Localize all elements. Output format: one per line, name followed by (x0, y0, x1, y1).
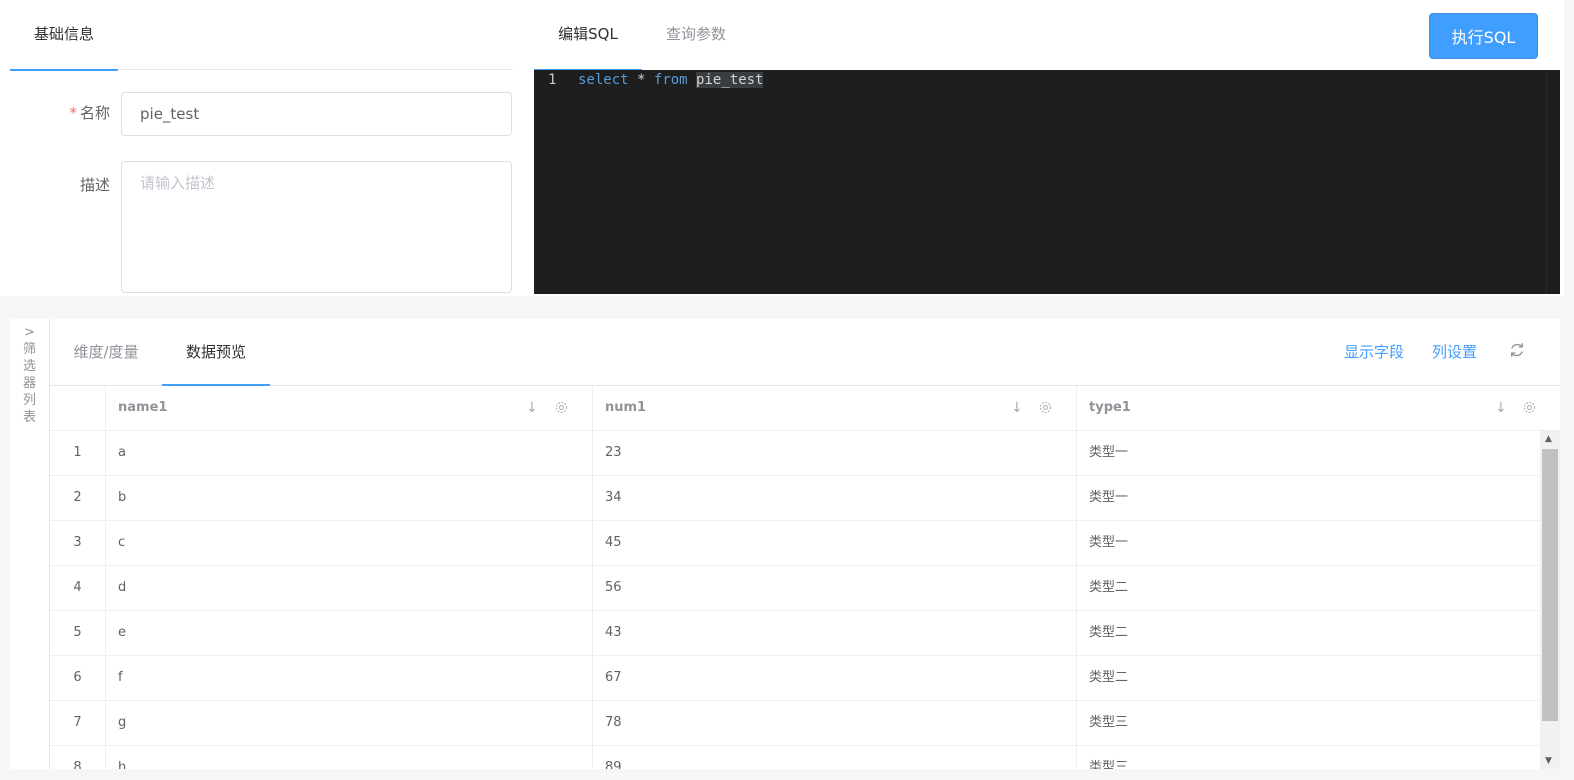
tab-basic-info[interactable]: 基础信息 (10, 0, 118, 71)
cell-name1: f (106, 656, 593, 700)
sql-tabbar: 编辑SQL 查询参数 (534, 0, 1564, 71)
cell-type1: 类型一 (1089, 445, 1129, 460)
row-index: 7 (50, 701, 106, 745)
cell-num1: 23 (593, 431, 1077, 475)
table-row: 4 d 56 类型二 (50, 566, 1540, 611)
cell-type1: 类型一 (1089, 490, 1129, 505)
required-asterisk: * (69, 104, 77, 122)
sort-arrow-icon[interactable]: ↓ (1495, 386, 1507, 430)
line-number: 1 (548, 72, 557, 88)
cell-name1: a (106, 431, 593, 475)
header-name1: name1 ↓ (106, 386, 593, 430)
keyword-from: from (653, 72, 688, 88)
header-label: type1 (1089, 400, 1131, 415)
column-settings-button[interactable]: 列设置 (1432, 341, 1477, 362)
name-label: * 名称 (20, 102, 110, 123)
cell-num1: 67 (593, 656, 1077, 700)
tab-query-params[interactable]: 查询参数 (642, 0, 750, 70)
name-input[interactable] (121, 92, 512, 136)
code-line: select * from pie_test (578, 72, 764, 88)
table-row: 2 b 34 类型一 (50, 476, 1540, 521)
row-index: 5 (50, 611, 106, 655)
table-row: 8 h 89 类型三 (50, 746, 1540, 769)
top-section: 基础信息 *名称 描述 编辑SQL 查询参数 执行SQL 1 select * … (0, 0, 1564, 296)
header-type1: type1 ↓ (1077, 386, 1540, 430)
table-body: 1 a 23 类型一 2 b 34 类型一 3 c 45 类型一 4 d 56 … (50, 431, 1540, 769)
cell-type1: 类型二 (1089, 625, 1129, 640)
sql-editor-panel: 编辑SQL 查询参数 执行SQL 1 select * from pie_tes… (534, 0, 1564, 296)
description-label: 描述 (79, 176, 110, 194)
table-header: name1 ↓ num1 ↓ type1 ↓ (50, 386, 1560, 431)
table-scrollbar[interactable]: ▲ ▼ (1540, 431, 1560, 769)
gear-icon[interactable] (1038, 400, 1053, 415)
sql-code-editor[interactable]: 1 select * from pie_test (534, 70, 1560, 294)
scroll-down-arrow-icon[interactable]: ▼ (1545, 756, 1552, 766)
cell-num1: 43 (593, 611, 1077, 655)
tab-dimension-measure[interactable]: 维度/度量 (50, 319, 162, 385)
cell-num1: 45 (593, 521, 1077, 565)
keyword-select: select (578, 72, 629, 88)
basic-info-tabbar: 基础信息 (10, 0, 513, 71)
cell-type1: 类型三 (1089, 715, 1129, 730)
cell-name1: g (106, 701, 593, 745)
data-preview-table: name1 ↓ num1 ↓ type1 ↓ 1 a 23 类型一 2 b 34… (50, 386, 1560, 769)
row-index: 3 (50, 521, 106, 565)
header-label: num1 (605, 400, 647, 415)
bottom-section: > 筛选器列表 维度/度量 数据预览 显示字段 列设置 name1 ↓ num1… (10, 319, 1560, 769)
table-identifier: pie_test (696, 72, 764, 88)
table-row: 6 f 67 类型二 (50, 656, 1540, 701)
table-row: 1 a 23 类型一 (50, 431, 1540, 476)
row-index: 6 (50, 656, 106, 700)
table-row: 7 g 78 类型三 (50, 701, 1540, 746)
data-tabbar: 维度/度量 数据预览 显示字段 列设置 (50, 319, 1560, 386)
name-label-text: 名称 (79, 104, 110, 122)
table-row: 3 c 45 类型一 (50, 521, 1540, 566)
tab-edit-sql[interactable]: 编辑SQL (534, 0, 642, 71)
cell-type1: 类型三 (1089, 760, 1129, 769)
cell-num1: 34 (593, 476, 1077, 520)
cell-name1: e (106, 611, 593, 655)
row-index: 1 (50, 431, 106, 475)
refresh-icon[interactable] (1508, 341, 1526, 359)
execute-sql-button[interactable]: 执行SQL (1429, 13, 1538, 59)
sort-arrow-icon[interactable]: ↓ (526, 386, 538, 430)
row-index: 8 (50, 746, 106, 769)
basic-info-panel: 基础信息 *名称 描述 (10, 0, 513, 296)
filter-list-label: 筛选器列表 (23, 342, 37, 425)
show-fields-button[interactable]: 显示字段 (1344, 341, 1404, 362)
description-input[interactable] (121, 161, 512, 293)
cell-name1: d (106, 566, 593, 610)
editor-scrollbar[interactable] (1546, 70, 1560, 294)
cell-name1: b (106, 476, 593, 520)
table-row: 5 e 43 类型二 (50, 611, 1540, 656)
scrollbar-thumb[interactable] (1542, 449, 1558, 721)
tab-data-preview[interactable]: 数据预览 (162, 319, 270, 386)
cell-type1: 类型二 (1089, 580, 1129, 595)
row-index: 4 (50, 566, 106, 610)
header-label: name1 (118, 400, 168, 415)
header-index (50, 386, 106, 430)
header-num1: num1 ↓ (593, 386, 1077, 430)
gear-icon[interactable] (554, 400, 569, 415)
cell-type1: 类型二 (1089, 670, 1129, 685)
scroll-up-arrow-icon[interactable]: ▲ (1545, 434, 1552, 444)
data-panel: 维度/度量 数据预览 显示字段 列设置 name1 ↓ num1 ↓ type1… (50, 319, 1560, 769)
row-index: 2 (50, 476, 106, 520)
cell-type1: 类型一 (1089, 535, 1129, 550)
sort-arrow-icon[interactable]: ↓ (1011, 386, 1023, 430)
cell-name1: h (106, 746, 593, 769)
gear-icon[interactable] (1522, 400, 1537, 415)
chevron-right-icon: > (24, 325, 35, 340)
filter-list-toggle[interactable]: > 筛选器列表 (10, 319, 50, 769)
cell-name1: c (106, 521, 593, 565)
cell-num1: 56 (593, 566, 1077, 610)
cell-num1: 89 (593, 746, 1077, 769)
cell-num1: 78 (593, 701, 1077, 745)
operator-star: * (637, 72, 646, 88)
dataset-editor-page: 基础信息 *名称 描述 编辑SQL 查询参数 执行SQL 1 select * … (0, 0, 1574, 780)
